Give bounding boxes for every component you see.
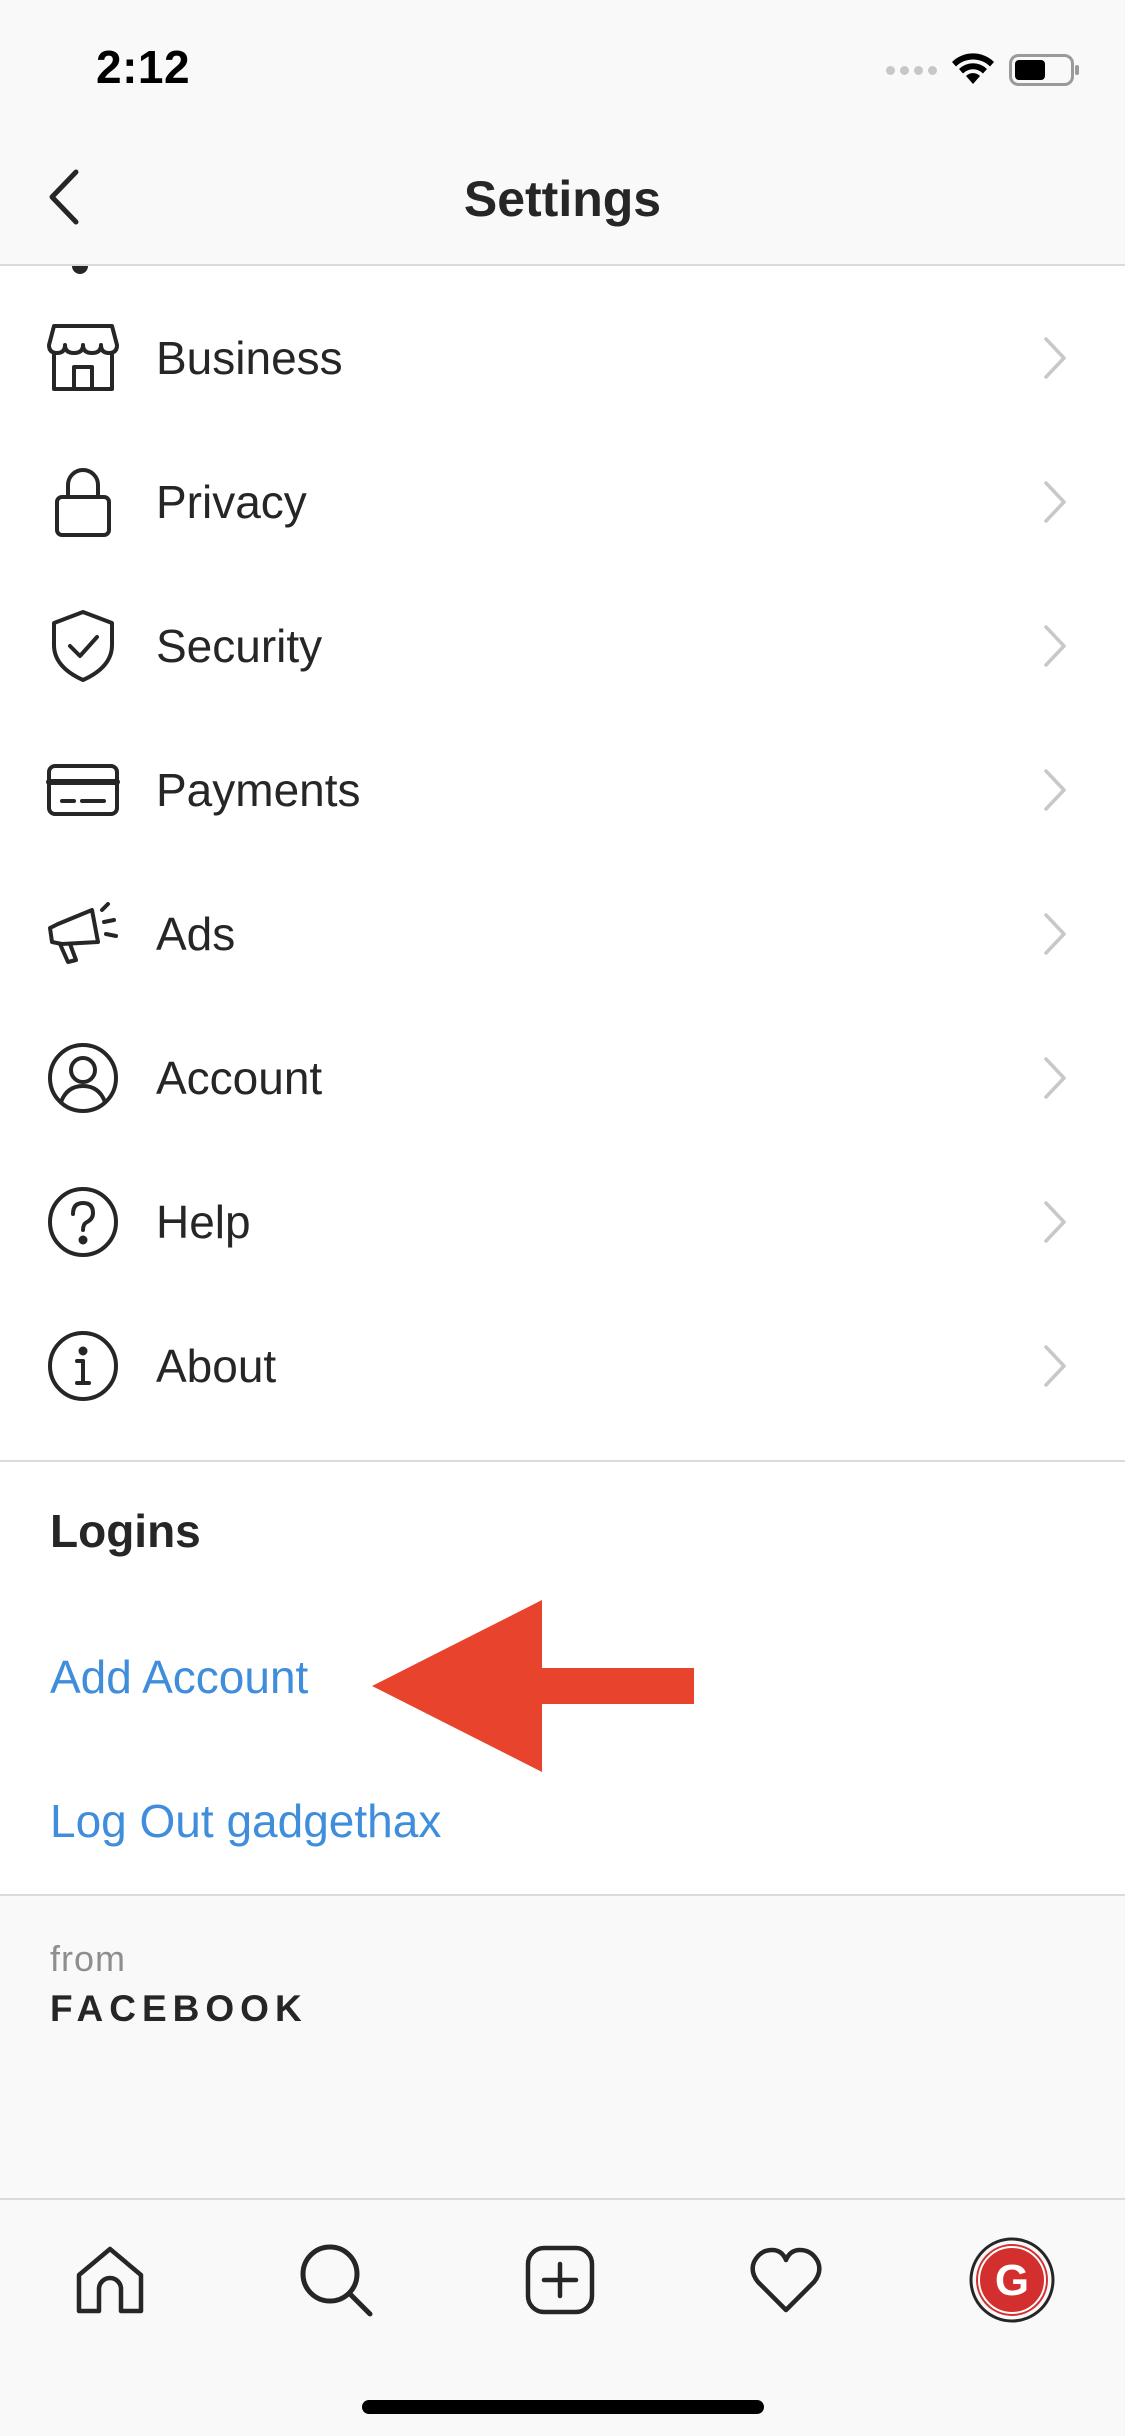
shield-check-icon: [46, 609, 120, 683]
logins-section-title: Logins: [50, 1505, 201, 1557]
annotation-arrow-icon: [372, 1600, 694, 1772]
settings-list: Business Privacy Security Payments Ads A…: [0, 286, 1125, 1438]
status-time: 2:12: [96, 41, 191, 93]
battery-icon: [1009, 54, 1079, 86]
settings-item-business[interactable]: Business: [0, 286, 1125, 430]
scrolled-item-remnant: [72, 266, 88, 274]
search-icon: [300, 2244, 373, 2317]
chevron-right-icon: [1044, 769, 1066, 811]
add-account-link[interactable]: Add Account: [50, 1650, 308, 1704]
tab-bar: G: [0, 2198, 1125, 2436]
wifi-icon: [952, 53, 994, 84]
settings-item-label: Help: [156, 1196, 251, 1248]
tab-home[interactable]: [60, 2230, 160, 2330]
credit-card-icon: [46, 753, 120, 827]
tab-new-post[interactable]: [510, 2230, 610, 2330]
settings-item-label: Business: [156, 332, 343, 384]
lock-icon: [46, 465, 120, 539]
settings-item-privacy[interactable]: Privacy: [0, 430, 1125, 574]
from-label: from: [50, 1938, 126, 1979]
settings-item-account[interactable]: Account: [0, 1006, 1125, 1150]
chevron-right-icon: [1044, 337, 1066, 379]
megaphone-icon: [46, 897, 120, 971]
new-post-icon: [525, 2245, 595, 2315]
settings-item-label: Privacy: [156, 476, 307, 528]
heart-icon: [750, 2247, 822, 2313]
tab-profile[interactable]: G: [962, 2230, 1062, 2330]
cellular-signal-icon: [886, 65, 937, 75]
settings-item-label: Security: [156, 620, 323, 672]
tab-activity[interactable]: [736, 2230, 836, 2330]
question-circle-icon: [46, 1185, 120, 1259]
svg-text:G: G: [995, 2256, 1029, 2305]
page-title: Settings: [463, 171, 662, 227]
settings-item-label: About: [156, 1340, 277, 1392]
user-circle-icon: [46, 1041, 120, 1115]
tab-search[interactable]: [286, 2230, 386, 2330]
settings-item-security[interactable]: Security: [0, 574, 1125, 718]
chevron-right-icon: [1044, 913, 1066, 955]
home-indicator[interactable]: [362, 2400, 764, 2414]
status-icons: [886, 50, 1081, 90]
footer: from FACEBOOK: [0, 1894, 1125, 2200]
facebook-brand-logo: FACEBOOK: [50, 1988, 308, 2029]
chevron-right-icon: [1044, 1345, 1066, 1387]
settings-item-help[interactable]: Help: [0, 1150, 1125, 1294]
settings-item-label: Account: [156, 1052, 323, 1104]
chevron-right-icon: [1044, 625, 1066, 667]
settings-item-ads[interactable]: Ads: [0, 862, 1125, 1006]
shop-icon: [46, 321, 120, 395]
navigation-bar: Settings: [0, 132, 1125, 266]
home-icon: [76, 2246, 144, 2314]
chevron-right-icon: [1044, 1057, 1066, 1099]
settings-item-label: Payments: [156, 764, 361, 816]
profile-avatar: G: [969, 2237, 1055, 2323]
settings-item-payments[interactable]: Payments: [0, 718, 1125, 862]
status-bar: 2:12: [0, 0, 1125, 132]
settings-item-about[interactable]: About: [0, 1294, 1125, 1438]
section-divider: [0, 1460, 1125, 1462]
chevron-right-icon: [1044, 481, 1066, 523]
log-out-link[interactable]: Log Out gadgethax: [50, 1794, 441, 1848]
settings-item-label: Ads: [156, 908, 236, 960]
info-circle-icon: [46, 1329, 120, 1403]
chevron-right-icon: [1044, 1201, 1066, 1243]
